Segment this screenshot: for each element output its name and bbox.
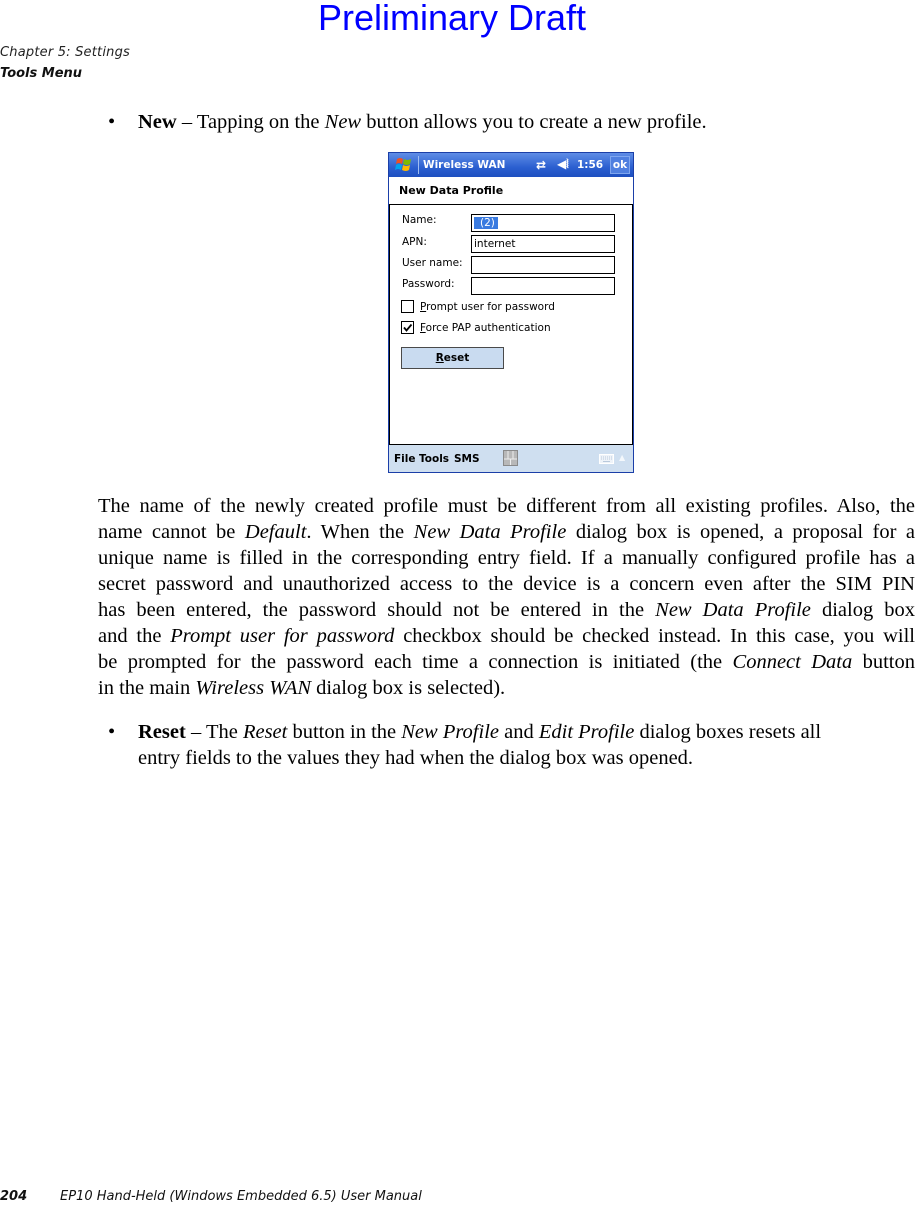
clock[interactable]: 1:56	[577, 158, 603, 172]
italic-run: Prompt user for password	[170, 625, 395, 647]
text-run: name cannot be	[98, 521, 245, 543]
title-bar: Wireless WAN ⇄ ◀⦚ 1:56 ok	[389, 153, 633, 177]
connectivity-icon[interactable]: ⇄	[536, 158, 546, 172]
italic-run: New Data Profile	[655, 599, 811, 621]
bullet-reset: • Reset – The Reset button in the New Pr…	[108, 719, 888, 771]
text-run: dialog box is opened, a proposal for a	[566, 521, 916, 543]
password-input[interactable]	[471, 277, 615, 295]
text-run: – Tapping on the	[176, 111, 325, 133]
text-run: be prompted for the password each time a…	[98, 651, 733, 673]
paragraph-line: and the Prompt user for password checkbo…	[98, 623, 915, 649]
bullet-new-text: New – Tapping on the New button allows y…	[138, 109, 707, 135]
text-run: and	[499, 721, 539, 743]
sip-arrow-up-icon[interactable]: ▲	[619, 453, 625, 462]
text-run: – The	[185, 721, 243, 743]
italic-run: Default	[244, 521, 307, 543]
paragraph-line: be prompted for the password each time a…	[98, 649, 915, 675]
term-new: New	[138, 111, 177, 133]
paragraph-line: name cannot be Default. When the New Dat…	[98, 519, 915, 545]
menu-tools[interactable]: Tools	[419, 452, 449, 466]
label-rest: orce PAP authentication	[425, 321, 551, 334]
italic-run: New Profile	[401, 721, 499, 743]
text-run: has been entered, the password should no…	[98, 599, 656, 621]
name-label: Name:	[402, 214, 437, 226]
keyboard-icon[interactable]	[599, 454, 614, 464]
windows-start-icon[interactable]	[394, 156, 414, 174]
bullet-new: • New – Tapping on the New button allows…	[108, 109, 888, 135]
chapter-header: Chapter 5: Settings	[0, 45, 131, 60]
italic-run: Reset	[242, 721, 288, 743]
menu-bar: File Tools SMS ▲	[389, 444, 633, 472]
password-label: Password:	[402, 278, 455, 290]
italic-run: New	[324, 111, 362, 133]
text-run: in the main	[98, 677, 196, 699]
italic-run: Wireless WAN	[195, 677, 312, 699]
italic-run: New Data Profile	[413, 521, 567, 543]
paragraph-line: unique name is filled in the correspondi…	[98, 547, 915, 569]
username-input[interactable]	[471, 256, 615, 274]
text-run: dialog boxes resets all	[634, 721, 822, 743]
text-run: button allows you to create a new profil…	[361, 111, 707, 133]
input-panel-icon[interactable]	[503, 450, 518, 466]
text-run: dialog box	[810, 599, 915, 621]
page-number: 204	[0, 1189, 28, 1204]
label-rest: eset	[443, 352, 470, 364]
italic-run: Connect Data	[732, 651, 853, 673]
reset-button[interactable]: Reset	[401, 347, 504, 369]
name-input[interactable]: (2)	[471, 214, 615, 232]
text-run: entry fields to the values they had when…	[138, 747, 694, 769]
paragraph-line: The name of the newly created profile mu…	[98, 495, 915, 517]
dialog-title: New Data Profile	[389, 177, 633, 205]
dialog-content: Name: (2) APN: internet User name: Passw…	[389, 205, 633, 446]
term-reset: Reset	[138, 721, 186, 743]
prompt-password-checkbox-row[interactable]: Prompt user for password	[401, 300, 555, 313]
text-run: button in the	[287, 721, 402, 743]
bullet-reset-text: Reset – The Reset button in the New Prof…	[138, 719, 888, 771]
menu-file[interactable]: File	[394, 452, 416, 466]
title-separator	[418, 156, 419, 174]
text-run: . When the	[306, 521, 414, 543]
section-header: Tools Menu	[0, 66, 83, 81]
name-input-value: (2)	[474, 217, 498, 229]
paragraph-line: in the main Wireless WAN dialog box is s…	[98, 675, 915, 701]
text-run: and the	[98, 625, 171, 647]
preliminary-draft-watermark: Preliminary Draft	[318, 0, 587, 38]
bullet-marker: •	[108, 721, 116, 743]
username-label: User name:	[402, 257, 463, 269]
checkmark-icon	[403, 323, 413, 332]
paragraph-line: secret password and unauthorized access …	[98, 573, 915, 595]
manual-title: EP10 Hand-Held (Windows Embedded 6.5) Us…	[60, 1189, 422, 1204]
device-screenshot: Wireless WAN ⇄ ◀⦚ 1:56 ok New Data Profi…	[388, 152, 634, 473]
menu-sms[interactable]: SMS	[454, 452, 480, 466]
volume-icon[interactable]: ◀⦚	[557, 157, 569, 171]
italic-run: Edit Profile	[538, 721, 635, 743]
paragraph-line: has been entered, the password should no…	[98, 597, 915, 623]
text-run: button	[852, 651, 915, 673]
force-pap-label: Force PAP authentication	[420, 322, 551, 334]
label-rest: rompt user for password	[426, 300, 555, 313]
apn-input[interactable]: internet	[471, 235, 615, 253]
text-run: checkbox should be checked instead. In t…	[394, 625, 915, 647]
prompt-password-checkbox[interactable]	[401, 300, 414, 313]
body-paragraph: The name of the newly created profile mu…	[98, 493, 915, 701]
force-pap-checkbox[interactable]	[401, 321, 414, 334]
prompt-password-label: Prompt user for password	[420, 301, 555, 313]
text-run: dialog box is selected).	[311, 677, 506, 699]
mnemonic: R	[435, 352, 444, 364]
force-pap-checkbox-row[interactable]: Force PAP authentication	[401, 321, 551, 334]
ok-button[interactable]: ok	[610, 156, 630, 174]
bullet-marker: •	[108, 111, 116, 133]
app-title: Wireless WAN	[423, 159, 506, 171]
apn-label: APN:	[402, 236, 427, 248]
